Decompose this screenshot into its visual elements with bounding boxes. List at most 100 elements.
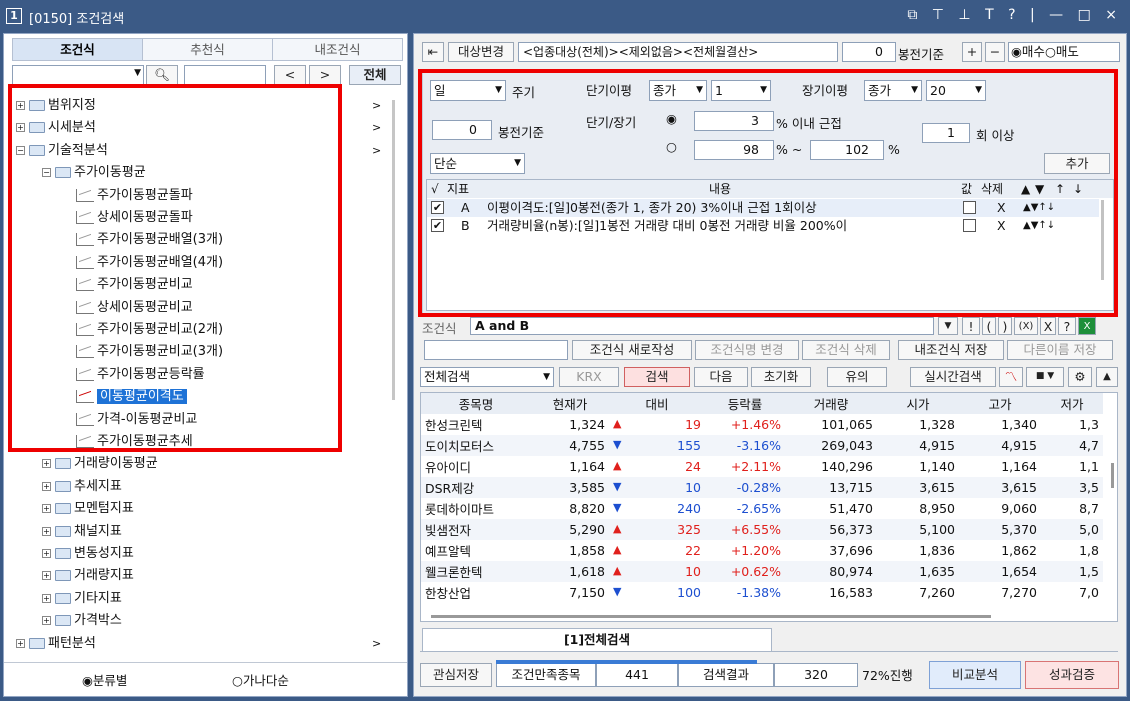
move-up-icon[interactable]: ▲▼↑↓ xyxy=(1023,217,1055,235)
tree-item[interactable]: + 거래량지표 xyxy=(42,565,134,587)
formula-close-paren-button[interactable]: ) xyxy=(998,317,1012,335)
near-input[interactable]: 3 xyxy=(694,111,774,131)
value-checkbox[interactable] xyxy=(963,201,976,214)
tab-condition[interactable]: 조건식 xyxy=(13,39,143,60)
move-up-icon[interactable]: ▲▼↑↓ xyxy=(1023,199,1055,217)
formula-open-paren-button[interactable]: ( xyxy=(982,317,996,335)
category-select[interactable]: ▼ xyxy=(12,65,144,85)
tree-item[interactable]: 가격-이동평균비교 xyxy=(76,409,197,431)
method-select[interactable]: 단순 ▼ xyxy=(430,153,525,174)
formula-help-button[interactable]: ? xyxy=(1058,317,1076,335)
tree-item[interactable]: 주가이동평균돌파 xyxy=(76,185,193,207)
long-n-select[interactable]: 20 ▼ xyxy=(926,80,986,101)
col-high[interactable]: 고가 xyxy=(959,393,1041,414)
table-row[interactable]: DSR제강 3,585 ▼ 10 -0.28% 13,715 3,615 3,615 3,5 xyxy=(421,477,1103,498)
condition-row[interactable]: ✔ B 거래량비율(n봉):[일]1봉전 거래량 대비 0봉전 거래량 비율 2… xyxy=(427,217,1099,235)
tree-item[interactable]: 상세이동평균비교 xyxy=(76,297,193,319)
table-row[interactable]: 빛샘전자 5,290 ▲ 325 +6.55% 56,373 5,100 5,370 5,0 xyxy=(421,519,1103,540)
tree-item[interactable]: 주가이동평균배열(3개) xyxy=(76,229,223,251)
table-row[interactable]: 유아이디 1,164 ▲ 24 +2.11% 140,296 1,140 1,164 1,1 xyxy=(421,456,1103,477)
search-input[interactable] xyxy=(184,65,266,85)
table-row[interactable]: 롯데하이마트 8,820 ▼ 240 -2.65% 51,470 8,950 9,060 8,7 xyxy=(421,498,1103,519)
window-controls[interactable]: ⧉ ⊤ ⊥ T ? | — □ × xyxy=(907,7,1122,23)
formula-dropdown-icon[interactable]: ▼ xyxy=(938,317,958,335)
formula-input[interactable]: A and B xyxy=(470,317,934,335)
tree-item[interactable]: 주가이동평균배열(4개) xyxy=(76,252,223,274)
range-from-input[interactable]: 98 xyxy=(694,140,774,160)
col-pct[interactable]: 등락률 xyxy=(705,393,785,414)
collapse-icon[interactable]: ▲ xyxy=(1096,367,1118,387)
tree-item[interactable]: + 기타지표 xyxy=(42,588,122,610)
condition-row[interactable]: ✔ A 이평이격도:[일]0봉전(종가 1, 종가 20) 3%이내 근접 1회… xyxy=(427,199,1099,217)
radio-alphabetical[interactable]: ○가나다순 xyxy=(232,670,289,689)
radio-range-icon[interactable]: ○ xyxy=(666,139,677,154)
expand-icon[interactable]: + xyxy=(16,123,25,133)
tree-item[interactable]: − 기술적분석 > xyxy=(16,140,381,162)
expand-icon[interactable]: + xyxy=(42,481,51,491)
bong-input[interactable]: 0 xyxy=(842,42,896,62)
table-row[interactable]: 도이치모터스 4,755 ▼ 155 -3.16% 269,043 4,915 4,915 4,… xyxy=(421,435,1103,456)
tree-item[interactable]: + 시세분석 > xyxy=(16,117,381,139)
collapse-icon[interactable]: − xyxy=(16,145,25,155)
expand-icon[interactable]: + xyxy=(42,504,51,514)
bong2-input[interactable]: 0 xyxy=(432,120,492,140)
target-change-button[interactable]: 대상변경 xyxy=(448,42,514,62)
tree-item[interactable]: + 모멘텀지표 xyxy=(42,498,134,520)
checkbox-checked-icon[interactable]: ✔ xyxy=(431,201,444,214)
buy-sell-toggle[interactable]: ◉매수○매도 xyxy=(1008,42,1120,62)
tree-item[interactable]: 주가이동평균비교(3개) xyxy=(76,341,223,363)
tree-scrollbar[interactable] xyxy=(392,100,395,400)
tree-item[interactable]: + 범위지정 > xyxy=(16,95,381,117)
tab-recommend[interactable]: 추천식 xyxy=(143,39,273,60)
all-button[interactable]: 전체 xyxy=(349,65,401,85)
result-tab[interactable]: [1]전체검색 xyxy=(422,628,772,652)
expand-icon[interactable]: + xyxy=(16,101,25,110)
short-type-select[interactable]: 종가 ▼ xyxy=(649,80,707,101)
results-scrollbar[interactable] xyxy=(1111,463,1114,488)
table-row[interactable]: 웰크론한텍 1,618 ▲ 10 +0.62% 80,974 1,635 1,654 1,5 xyxy=(421,561,1103,582)
table-row[interactable]: 한성크린텍 1,324 ▲ 19 +1.46% 101,065 1,328 1,340 1,3 xyxy=(421,414,1103,435)
col-volume[interactable]: 거래량 xyxy=(785,393,877,414)
condition-name-input[interactable] xyxy=(424,340,568,360)
expand-icon[interactable]: + xyxy=(42,571,51,581)
radio-category[interactable]: ◉분류별 xyxy=(82,670,127,689)
tree-item[interactable]: + 추세지표 xyxy=(42,476,122,498)
times-input[interactable]: 1 xyxy=(922,123,970,143)
search-prev-button[interactable]: < xyxy=(274,65,306,85)
performance-check-button[interactable]: 성과검증 xyxy=(1025,661,1119,689)
delete-condition-button[interactable]: 조건식 삭제 xyxy=(802,340,890,360)
search-next-button[interactable]: > xyxy=(309,65,341,85)
delete-icon[interactable]: X xyxy=(997,217,1006,235)
tab-my-condition[interactable]: 내조건식 xyxy=(273,39,402,60)
col-price[interactable]: 현재가 xyxy=(531,393,609,414)
tree-item[interactable]: + 가격박스 xyxy=(42,610,122,632)
new-condition-button[interactable]: 조건식 새로작성 xyxy=(572,340,692,360)
value-checkbox[interactable] xyxy=(963,219,976,232)
short-n-select[interactable]: 1 ▼ xyxy=(711,80,771,101)
expand-icon[interactable]: + xyxy=(16,638,25,648)
tree-item[interactable]: + 채널지표 xyxy=(42,521,122,543)
radio-near-icon[interactable]: ◉ xyxy=(666,111,677,126)
search-run-button[interactable]: 검색 xyxy=(624,367,690,387)
save-as-button[interactable]: 다른이름 저장 xyxy=(1007,340,1113,360)
chart-icon[interactable]: 〽 xyxy=(999,367,1023,387)
gear-icon[interactable]: ⚙ xyxy=(1068,367,1092,387)
col-low[interactable]: 저가 xyxy=(1041,393,1103,414)
long-type-select[interactable]: 종가 ▼ xyxy=(864,80,922,101)
tree-item[interactable]: 주가이동평균추세 xyxy=(76,431,193,453)
period-select[interactable]: 일 ▼ xyxy=(430,80,506,101)
delete-icon[interactable]: X xyxy=(997,199,1006,217)
scope-select[interactable]: 전체검색 ▼ xyxy=(420,367,554,387)
tree-item[interactable]: 주가이동평균비교(2개) xyxy=(76,319,223,341)
compare-analysis-button[interactable]: 비교분석 xyxy=(929,661,1021,689)
expand-icon[interactable]: + xyxy=(42,549,51,558)
table-row[interactable]: 한창산업 7,150 ▼ 100 -1.38% 16,583 7,260 7,270 7,0 xyxy=(421,582,1103,603)
collapse-icon[interactable]: − xyxy=(42,168,51,178)
tree-item[interactable]: + 패턴분석 > xyxy=(16,633,381,655)
krx-button[interactable]: KRX xyxy=(559,367,619,387)
conditions-scrollbar[interactable] xyxy=(1101,200,1104,280)
formula-group-button[interactable]: (X) xyxy=(1014,317,1038,335)
expand-icon[interactable]: + xyxy=(42,459,51,469)
reset-button[interactable]: 초기화 xyxy=(751,367,811,387)
tree-item[interactable]: 주가이동평균비교 xyxy=(76,274,193,296)
